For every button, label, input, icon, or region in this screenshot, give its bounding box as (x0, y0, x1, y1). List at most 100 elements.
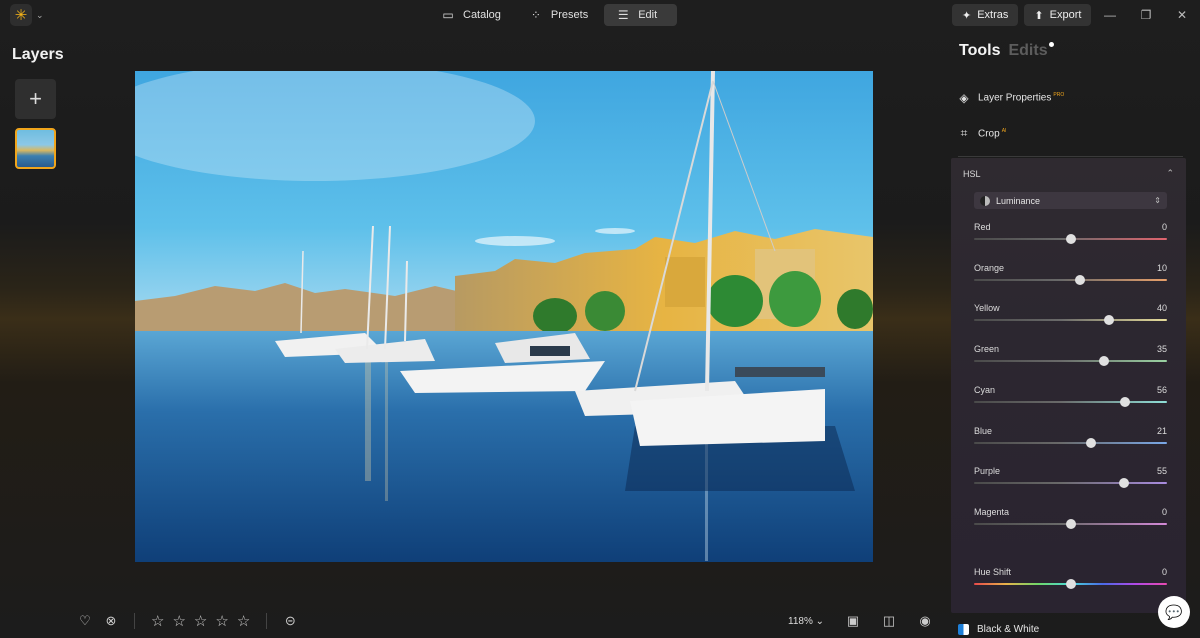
slider-value[interactable]: 0 (1162, 507, 1167, 517)
slider-label: Red (974, 222, 991, 232)
divider (266, 613, 268, 629)
app-logo-icon: ✳ (10, 4, 32, 26)
slider-thumb[interactable] (1085, 437, 1096, 448)
zoom-level[interactable]: 118% ⌄ (788, 616, 824, 627)
hsl-mode-value: Luminance (996, 195, 1041, 206)
slider-hue-shift[interactable]: Hue Shift 0 (974, 567, 1167, 597)
export-label: Export (1049, 9, 1082, 21)
black-white-icon (958, 624, 969, 635)
restore-button[interactable]: ❐ (1128, 0, 1164, 30)
black-white-item[interactable]: Black & White (958, 624, 1039, 635)
slider-track[interactable] (974, 482, 1167, 485)
magic-wand-icon: ⁘ (530, 8, 541, 22)
slider-value[interactable]: 0 (1162, 222, 1167, 232)
export-button[interactable]: ⬆ Export (1024, 4, 1092, 26)
star-icon[interactable]: ☆ (215, 612, 228, 630)
slider-thumb[interactable] (1119, 396, 1130, 407)
star-icon[interactable]: ☆ (172, 612, 185, 630)
layer-properties-item[interactable]: ◈ Layer Properties PRO (958, 91, 1064, 105)
slider-thumb[interactable] (1099, 356, 1110, 367)
chat-icon: 💬 (1165, 603, 1183, 620)
slider-yellow[interactable]: Yellow 40 (974, 303, 1167, 333)
catalog-button[interactable]: ▭ Catalog (429, 4, 513, 26)
close-button[interactable]: ✕ (1164, 0, 1200, 30)
pro-badge: PRO (1053, 92, 1065, 99)
photo-canvas[interactable] (135, 71, 873, 562)
slider-thumb[interactable] (1104, 315, 1115, 326)
star-icon[interactable]: ☆ (194, 612, 207, 630)
slider-thumb[interactable] (1118, 478, 1129, 489)
edit-button[interactable]: ☰ Edit (604, 4, 678, 26)
slider-label: Yellow (974, 303, 1000, 314)
tab-tools[interactable]: Tools (959, 42, 1000, 60)
slider-thumb[interactable] (1075, 274, 1086, 285)
slider-track[interactable] (974, 400, 1167, 403)
black-white-label: Black & White (977, 624, 1040, 635)
reject-icon[interactable]: ⊗ (104, 613, 118, 629)
ai-badge: AI (1001, 127, 1007, 134)
heart-icon[interactable]: ♡ (78, 613, 92, 629)
slider-label: Green (974, 344, 1000, 355)
hsl-mode-select[interactable]: Luminance ⇕ (974, 192, 1167, 209)
layer-thumbnail[interactable] (15, 128, 56, 169)
layers-title: Layers (12, 46, 64, 63)
plus-icon: + (29, 86, 42, 111)
compare-icon[interactable]: ◫ (882, 613, 896, 629)
zoom-value: 118% (788, 615, 813, 627)
top-actions: ✦ Extras ⬆ Export (952, 4, 1092, 26)
slider-label: Blue (974, 425, 993, 436)
tab-edits-label: Edits (1008, 42, 1048, 59)
extras-button[interactable]: ✦ Extras (952, 4, 1019, 26)
presets-label: Presets (550, 9, 589, 21)
slider-value[interactable]: 35 (1157, 344, 1167, 354)
chevron-up-icon[interactable]: ⌃ (1166, 168, 1174, 179)
slider-orange[interactable]: Orange 10 (974, 263, 1167, 293)
slider-value[interactable]: 56 (1157, 385, 1167, 395)
extras-label: Extras (977, 9, 1009, 21)
bottom-right-bar: 118% ⌄ ▣ ◫ ◉ (788, 612, 932, 630)
fit-screen-icon[interactable]: ▣ (846, 613, 860, 629)
crop-icon: ⌗ (960, 126, 968, 140)
slider-value[interactable]: 10 (1157, 263, 1167, 273)
more-options-icon[interactable]: ⊝ (283, 613, 297, 629)
tab-edits[interactable]: Edits (1008, 42, 1054, 60)
slider-red[interactable]: Red 0 (974, 222, 1167, 252)
slider-value[interactable]: 21 (1157, 426, 1167, 436)
luminance-icon (980, 195, 990, 206)
eye-icon[interactable]: ◉ (918, 613, 932, 629)
slider-thumb[interactable] (1065, 234, 1076, 244)
slider-track[interactable] (974, 360, 1167, 363)
slider-purple[interactable]: Purple 55 (974, 466, 1167, 496)
upload-icon: ⬆ (1034, 9, 1044, 22)
minimize-button[interactable]: — (1092, 0, 1128, 30)
hsl-title: HSL (963, 169, 981, 179)
slider-label: Magenta (974, 506, 1010, 517)
app-menu-button[interactable]: ✳ ⌄ (10, 4, 50, 26)
slider-thumb[interactable] (1065, 579, 1076, 589)
crop-item[interactable]: ⌗ Crop AI (958, 126, 1007, 141)
slider-thumb[interactable] (1065, 518, 1076, 529)
slider-track[interactable] (974, 319, 1167, 322)
slider-track[interactable] (974, 441, 1167, 444)
star-icon[interactable]: ☆ (151, 612, 164, 630)
slider-magenta[interactable]: Magenta 0 (974, 507, 1167, 537)
slider-track[interactable] (974, 278, 1167, 281)
sliders-icon: ☰ (617, 8, 629, 22)
slider-value[interactable]: 55 (1157, 466, 1167, 476)
chevron-down-icon: ⌄ (36, 9, 44, 20)
slider-green[interactable]: Green 35 (974, 344, 1167, 374)
slider-value[interactable]: 40 (1157, 303, 1167, 313)
slider-cyan[interactable]: Cyan 56 (974, 385, 1167, 415)
catalog-label: Catalog (463, 9, 501, 21)
slider-blue[interactable]: Blue 21 (974, 426, 1167, 456)
star-icon[interactable]: ☆ (237, 612, 250, 630)
chat-button[interactable]: 💬 (1158, 596, 1190, 628)
presets-button[interactable]: ⁘ Presets (517, 4, 600, 26)
slider-label: Cyan (974, 384, 996, 395)
select-arrows-icon: ⇕ (1154, 196, 1161, 205)
divider (958, 156, 1183, 157)
slider-value[interactable]: 0 (1162, 567, 1167, 577)
harbor-photo (135, 71, 873, 562)
add-layer-button[interactable]: + (15, 79, 56, 119)
edits-indicator-dot (1048, 42, 1054, 47)
